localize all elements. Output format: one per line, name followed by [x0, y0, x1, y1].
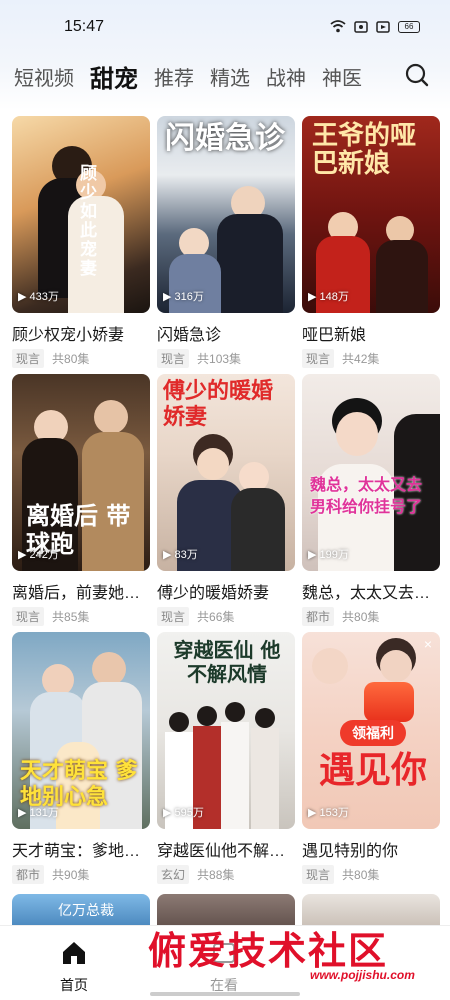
drama-title[interactable]: 魏总，太太又去… [302, 579, 440, 603]
nav-home[interactable]: 首页 [34, 940, 114, 995]
drama-card[interactable]: 离婚后 带球跑 ▶ 242万 离婚后，前妻她… 现言 共85集 [12, 374, 150, 632]
drama-card[interactable]: 顾少如此宠妻 ▶ 433万 顾少权宠小娇妻 现言 共80集 [12, 116, 150, 374]
view-count: ▶ 153万 [308, 806, 349, 820]
cover-title-art: 王爷的哑巴新娘 [312, 121, 417, 179]
view-count: ▶ 131万 [18, 806, 59, 820]
cover-title-art: 穿越医仙 他不解风情 [173, 638, 281, 686]
view-count: ▶ 83万 [163, 548, 198, 562]
watermark-url: www.pojjishu.com [310, 968, 415, 982]
drama-cover[interactable]: 傅少的暖婚娇妻 ▶ 83万 [157, 374, 295, 571]
watermark: 俯爱技术社区 [148, 928, 389, 973]
close-icon[interactable]: × [424, 636, 432, 652]
nav-home-label: 首页 [60, 977, 88, 993]
view-count: ▶ 595万 [163, 806, 204, 820]
drama-card[interactable]: 王爷的哑巴新娘 ▶ 148万 哑巴新娘 现言 共42集 [302, 116, 440, 374]
genre-tag: 现言 [12, 349, 45, 368]
screen-record-icon [354, 20, 368, 33]
genre-tag: 现言 [302, 865, 335, 884]
view-count: ▶ 242万 [18, 548, 59, 562]
play-icon: ▶ [163, 806, 172, 819]
genre-tag: 现言 [157, 349, 190, 368]
drama-cover[interactable]: 顾少如此宠妻 ▶ 433万 [12, 116, 150, 313]
view-count: ▶ 433万 [18, 290, 59, 304]
play-icon: ▶ [18, 548, 27, 561]
drama-title[interactable]: 穿越医仙他不解… [157, 837, 295, 861]
wifi-icon [330, 20, 346, 33]
drama-card[interactable]: × 领福利 遇见你 ▶ 153万 遇见特别的你 现言 共80集 [302, 632, 440, 890]
play-icon: ▶ [163, 548, 172, 561]
genre-tag: 现言 [157, 607, 190, 626]
drama-cover[interactable]: × 领福利 遇见你 ▶ 153万 [302, 632, 440, 829]
play-icon: ▶ [308, 548, 317, 561]
episode-count: 共42集 [342, 352, 380, 366]
episode-count: 共90集 [52, 868, 90, 882]
drama-cover[interactable]: 魏总，太太又去男科给你挂号了 ▶ 199万 [302, 374, 440, 571]
cover-title-art: 顾少如此宠妻 [76, 164, 96, 278]
genre-tag: 现言 [12, 607, 45, 626]
episode-count: 共80集 [342, 610, 380, 624]
drama-card[interactable]: 天才萌宝 爹地别心急 ▶ 131万 天才萌宝：爹地… 都市 共90集 [12, 632, 150, 890]
cover-title-art: 天才萌宝 爹地别心急 [20, 758, 138, 810]
drama-cover[interactable]: 闪婚急诊 ▶ 316万 [157, 116, 295, 313]
play-icon: ▶ [18, 290, 27, 303]
battery-indicator: 66 [398, 20, 420, 33]
genre-tag: 现言 [302, 349, 335, 368]
episode-count: 共80集 [52, 352, 90, 366]
status-icons: 66 [330, 20, 420, 33]
play-icon: ▶ [18, 806, 27, 819]
drama-card[interactable]: 闪婚急诊 ▶ 316万 闪婚急诊 现言 共103集 [157, 116, 295, 374]
tab-short-video[interactable]: 短视频 [14, 62, 74, 91]
category-tabs: 短视频 甜宠 推荐 精选 战神 神医 [14, 56, 378, 96]
drama-title[interactable]: 顾少权宠小娇妻 [12, 321, 150, 345]
genre-tag: 都市 [302, 607, 335, 626]
drama-cover[interactable]: 穿越医仙 他不解风情 ▶ 595万 [157, 632, 295, 829]
home-indicator [150, 992, 300, 996]
drama-card[interactable]: 傅少的暖婚娇妻 ▶ 83万 傅少的暖婚娇妻 现言 共66集 [157, 374, 295, 632]
view-count: ▶ 199万 [308, 548, 349, 562]
play-icon: ▶ [308, 290, 317, 303]
episode-count: 共80集 [342, 868, 380, 882]
cover-title-art: 魏总，太太又去男科给你挂号了 [310, 475, 423, 516]
genre-tag: 玄幻 [157, 865, 190, 884]
drama-title[interactable]: 哑巴新娘 [302, 321, 440, 345]
genre-tag: 都市 [12, 865, 45, 884]
drama-title[interactable]: 天才萌宝：爹地… [12, 837, 150, 861]
drama-title[interactable]: 闪婚急诊 [157, 321, 295, 345]
cast-icon [376, 20, 390, 33]
cover-title-art: 傅少的暖婚娇妻 [163, 378, 274, 430]
drama-title[interactable]: 傅少的暖婚娇妻 [157, 579, 295, 603]
cover-title-art: 亿万总裁 [58, 902, 114, 918]
tab-divine-doctor[interactable]: 神医 [322, 62, 362, 91]
play-icon: ▶ [163, 290, 172, 303]
view-count: ▶ 148万 [308, 290, 349, 304]
tab-recommended[interactable]: 推荐 [154, 62, 194, 91]
reward-gift-icon[interactable] [364, 682, 414, 722]
episode-count: 共103集 [197, 352, 242, 366]
view-count: ▶ 316万 [163, 290, 204, 304]
status-bar: 15:47 66 [0, 0, 450, 56]
cover-title-art: 闪婚急诊 [165, 121, 285, 156]
tab-featured[interactable]: 精选 [210, 62, 250, 91]
home-icon [63, 942, 85, 964]
play-icon: ▶ [308, 806, 317, 819]
drama-cover[interactable]: 王爷的哑巴新娘 ▶ 148万 [302, 116, 440, 313]
episode-count: 共88集 [197, 868, 235, 882]
episode-count: 共66集 [197, 610, 235, 624]
drama-title[interactable]: 遇见特别的你 [302, 837, 440, 861]
tab-war-god[interactable]: 战神 [266, 62, 306, 91]
reward-badge[interactable]: 领福利 [340, 720, 406, 746]
drama-title[interactable]: 离婚后，前妻她… [12, 579, 150, 603]
drama-card[interactable]: 魏总，太太又去男科给你挂号了 ▶ 199万 魏总，太太又去… 都市 共80集 [302, 374, 440, 632]
status-time: 15:47 [64, 18, 105, 35]
drama-card[interactable]: 穿越医仙 他不解风情 ▶ 595万 穿越医仙他不解… 玄幻 共88集 [157, 632, 295, 890]
cover-title-art: 遇见你 [318, 749, 427, 791]
search-icon[interactable] [404, 62, 430, 88]
episode-count: 共85集 [52, 610, 90, 624]
drama-cover[interactable]: 离婚后 带球跑 ▶ 242万 [12, 374, 150, 571]
drama-grid: 顾少如此宠妻 ▶ 433万 顾少权宠小娇妻 现言 共80集 闪婚急诊 ▶ 316… [12, 116, 440, 890]
drama-cover[interactable]: 天才萌宝 爹地别心急 ▶ 131万 [12, 632, 150, 829]
tab-sweet-romance[interactable]: 甜宠 [90, 59, 138, 94]
